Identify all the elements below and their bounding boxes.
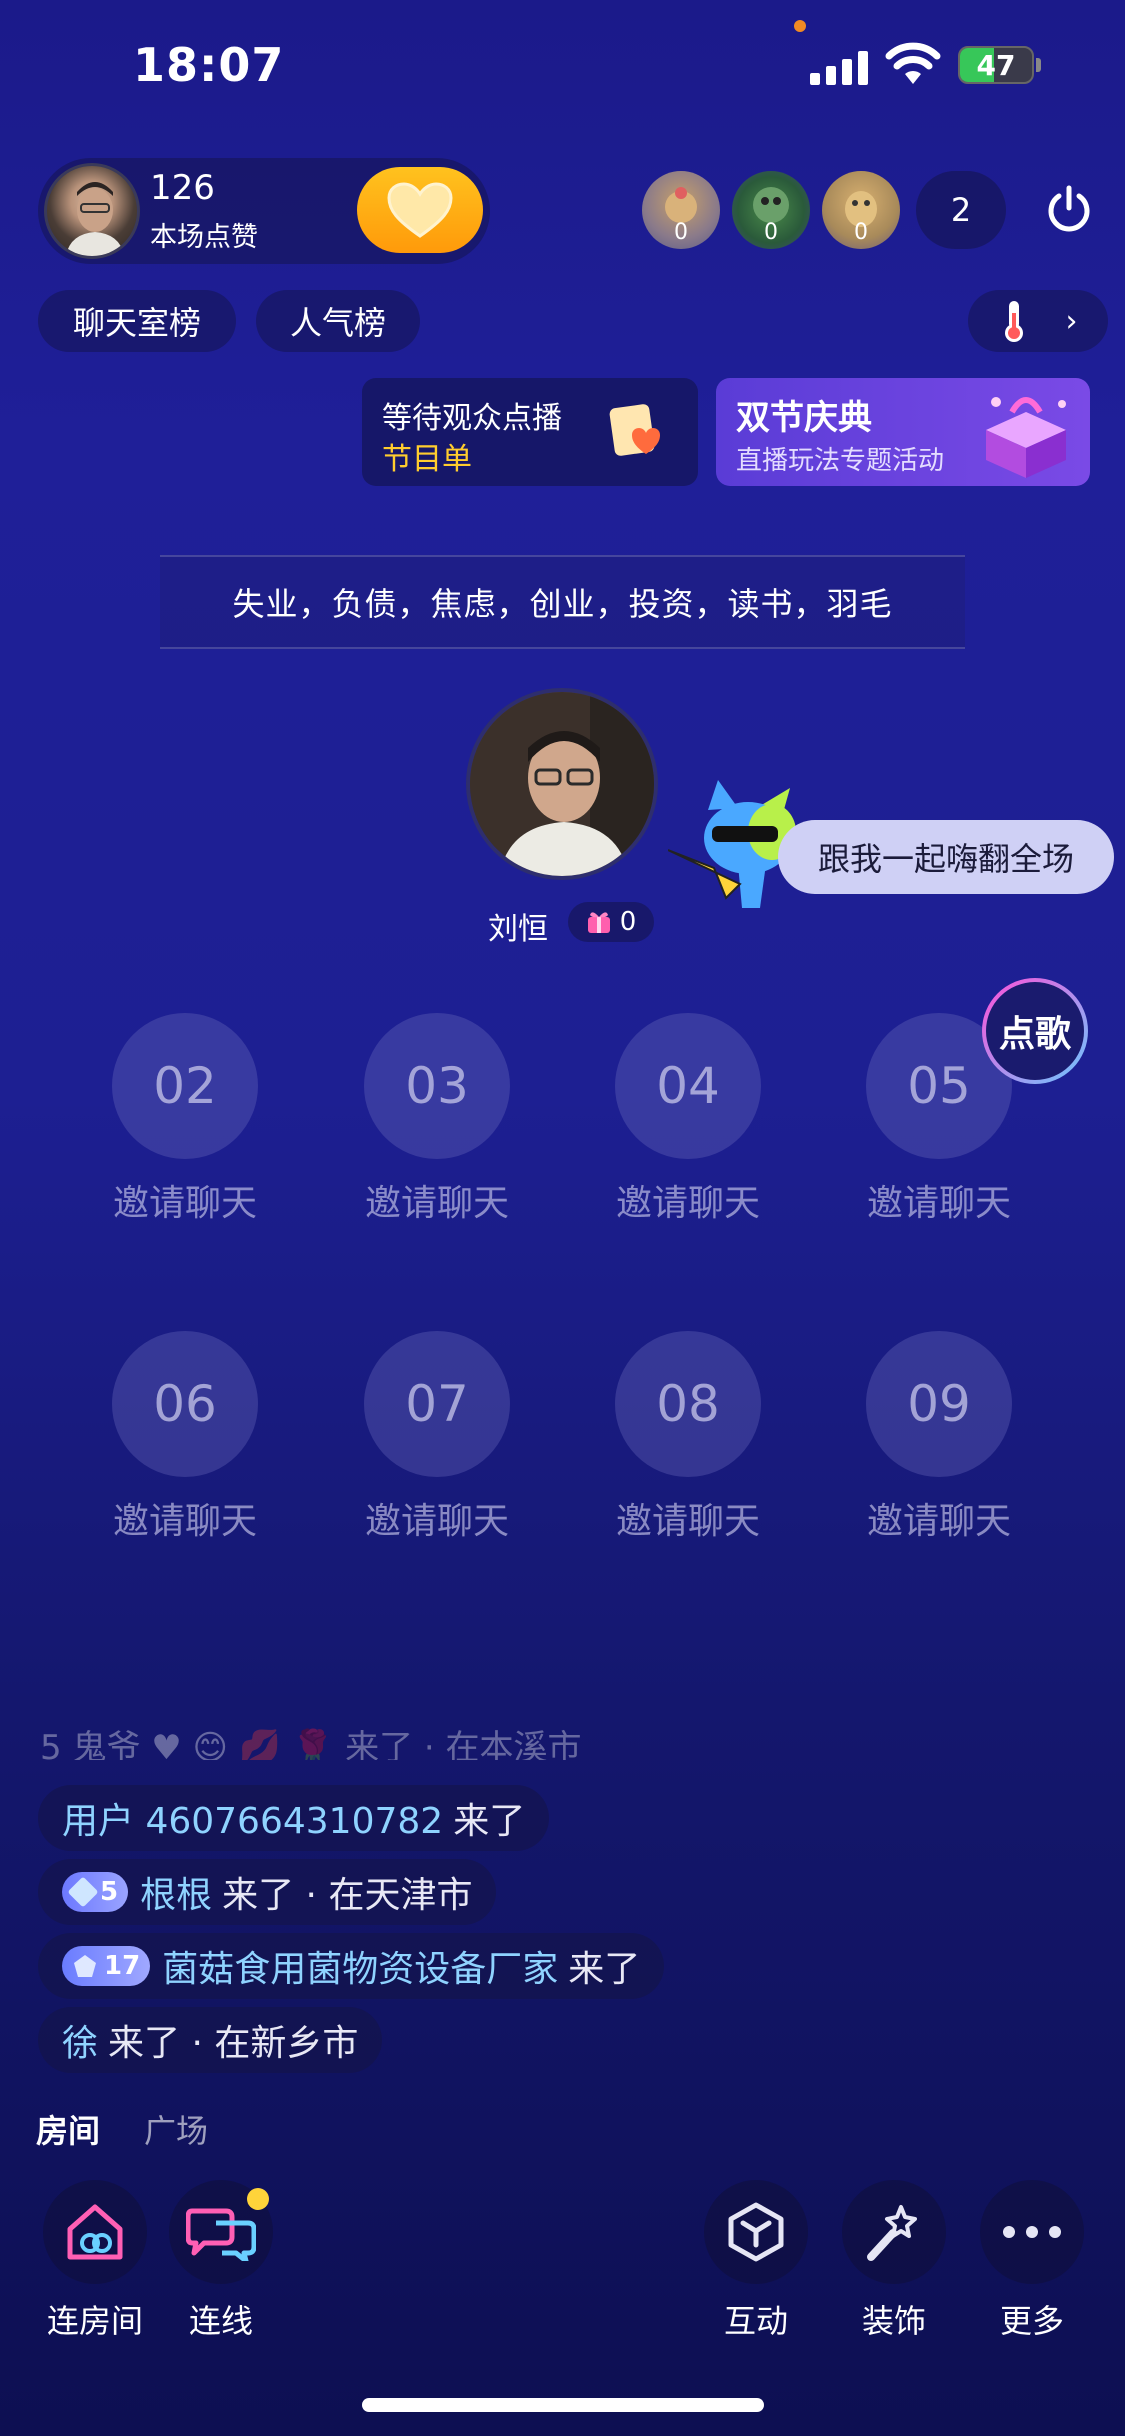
seat-invite-label[interactable]: 邀请聊天 xyxy=(337,1492,537,1544)
seat-09[interactable]: 09 xyxy=(866,1331,1012,1477)
cellular-signal-icon xyxy=(810,45,870,85)
more-circle xyxy=(980,2180,1084,2284)
mascot-speech-bubble[interactable]: 跟我一起嗨翻全场 xyxy=(778,820,1114,894)
viewer-count: 0 xyxy=(674,220,688,245)
status-time: 18:07 xyxy=(133,38,285,92)
chat-text: 来了 xyxy=(568,1949,641,1990)
more-button[interactable]: 更多 xyxy=(977,2180,1087,2342)
chat-text: 来了 · 在新乡市 xyxy=(108,2023,359,2064)
host-likes-count: 126 xyxy=(150,168,215,208)
anchor-gift-count-badge: 0 xyxy=(568,902,654,942)
notification-dot xyxy=(247,2188,269,2210)
seat-03[interactable]: 03 xyxy=(364,1013,510,1159)
chat-room-rank-button[interactable]: 聊天室榜 xyxy=(38,290,236,352)
house-link-icon xyxy=(67,2204,123,2260)
thermometer-icon xyxy=(1004,301,1023,342)
gift-icon xyxy=(587,912,610,933)
chat-message-faded: 5 鬼爷 ♥ 😊 💋 🌹 来了 · 在本溪市 xyxy=(40,1728,582,1760)
viewer-count: 0 xyxy=(854,220,868,245)
popularity-rank-button[interactable]: 人气榜 xyxy=(256,290,420,352)
link-circle xyxy=(169,2180,273,2284)
user-level-badge: 17 xyxy=(62,1946,151,1986)
chat-username[interactable]: 菌菇食用菌物资设备厂家 xyxy=(162,1940,558,1992)
privacy-indicator-dot xyxy=(794,20,806,32)
decorate-circle xyxy=(842,2180,946,2284)
chat-text: 来了 · 在天津市 xyxy=(222,1875,473,1916)
chat-username[interactable]: 用户 4607664310782 xyxy=(62,1792,443,1844)
chat-message[interactable]: 用户 4607664310782 来了 xyxy=(38,1785,550,1851)
decorate-label: 装饰 xyxy=(861,2302,926,2340)
seat-04[interactable]: 04 xyxy=(615,1013,761,1159)
interact-label: 互动 xyxy=(723,2302,788,2340)
chat-message[interactable]: 17 菌菇食用菌物资设备厂家 来了 xyxy=(38,1933,665,1999)
viewer-avatar-3[interactable]: 0 xyxy=(822,171,900,249)
like-heart-button[interactable] xyxy=(357,167,483,253)
chat-text: 来了 xyxy=(453,1801,526,1842)
seat-02[interactable]: 02 xyxy=(112,1013,258,1159)
battery-icon: 47 xyxy=(958,46,1034,84)
festival-title: 双节庆典 xyxy=(736,398,872,438)
seat-invite-label[interactable]: 邀请聊天 xyxy=(839,1492,1039,1544)
viewer-avatar-1[interactable]: 0 xyxy=(642,171,720,249)
more-label: 更多 xyxy=(999,2302,1064,2340)
anchor-avatar[interactable] xyxy=(466,688,658,880)
viewer-count: 0 xyxy=(764,220,778,245)
link-room-button[interactable]: 连房间 xyxy=(40,2180,150,2342)
heart-icon xyxy=(387,182,453,238)
seat-invite-label[interactable]: 邀请聊天 xyxy=(588,1492,788,1544)
chat-message[interactable]: 徐 来了 · 在新乡市 xyxy=(38,2007,383,2073)
battery-cap xyxy=(1036,58,1041,72)
host-avatar[interactable] xyxy=(44,163,140,259)
room-heat-button[interactable]: › xyxy=(968,290,1108,352)
seat-invite-label[interactable]: 邀请聊天 xyxy=(337,1174,537,1226)
seat-07[interactable]: 07 xyxy=(364,1331,510,1477)
cube-icon xyxy=(728,2202,784,2262)
interact-button[interactable]: 互动 xyxy=(701,2180,811,2342)
anchor-name: 刘恒 xyxy=(488,912,548,947)
chevron-right-icon: › xyxy=(1065,303,1078,339)
battery-percent: 47 xyxy=(976,49,1016,82)
song-list-icon xyxy=(609,404,660,456)
song-card-title: 等待观众点播 xyxy=(382,401,562,436)
decorate-button[interactable]: 装饰 xyxy=(839,2180,949,2342)
wifi-icon xyxy=(885,42,941,84)
interact-circle xyxy=(704,2180,808,2284)
power-icon xyxy=(1048,185,1090,232)
seat-invite-label[interactable]: 邀请聊天 xyxy=(588,1174,788,1226)
chat-username[interactable]: 根根 xyxy=(140,1866,212,1918)
link-label: 连线 xyxy=(188,2302,253,2340)
user-level: 17 xyxy=(104,1951,141,1981)
magic-wand-icon xyxy=(867,2205,917,2261)
gift-box-icon xyxy=(986,397,1066,478)
chat-message[interactable]: 5 根根 来了 · 在天津市 xyxy=(38,1859,497,1925)
power-button[interactable] xyxy=(1030,171,1108,249)
link-room-circle xyxy=(43,2180,147,2284)
viewer-avatar-2[interactable]: 0 xyxy=(732,171,810,249)
more-dots-icon xyxy=(1003,2226,1061,2238)
anchor-gift-count: 0 xyxy=(619,907,637,937)
tab-room[interactable]: 房间 xyxy=(36,2106,100,2152)
diamond-icon xyxy=(67,1876,99,1908)
seat-invite-label[interactable]: 邀请聊天 xyxy=(839,1174,1039,1226)
pentagon-badge-icon xyxy=(74,1955,96,1977)
festival-subtitle: 直播玩法专题活动 xyxy=(736,446,945,476)
host-likes-label: 本场点赞 xyxy=(150,222,258,253)
tab-plaza[interactable]: 广场 xyxy=(144,2106,208,2152)
home-indicator[interactable] xyxy=(362,2398,764,2412)
seat-invite-label[interactable]: 邀请聊天 xyxy=(85,1174,285,1226)
song-card-subtitle: 节目单 xyxy=(382,442,472,477)
room-topics: 失业，负债，焦虑，创业，投资，读书，羽毛 xyxy=(160,555,965,649)
online-count[interactable]: 2 xyxy=(916,171,1006,249)
chat-username[interactable]: 徐 xyxy=(62,2014,98,2066)
link-room-label: 连房间 xyxy=(46,2302,143,2340)
user-level-badge: 5 xyxy=(62,1872,129,1912)
song-order-label: 点歌 xyxy=(986,982,1084,1080)
seat-invite-label[interactable]: 邀请聊天 xyxy=(85,1492,285,1544)
link-button[interactable]: 连线 xyxy=(166,2180,276,2342)
user-level: 5 xyxy=(100,1877,119,1907)
song-order-button[interactable]: 点歌 xyxy=(982,978,1088,1084)
chat-bubbles-icon xyxy=(186,2208,256,2261)
seat-08[interactable]: 08 xyxy=(615,1331,761,1477)
seat-06[interactable]: 06 xyxy=(112,1331,258,1477)
